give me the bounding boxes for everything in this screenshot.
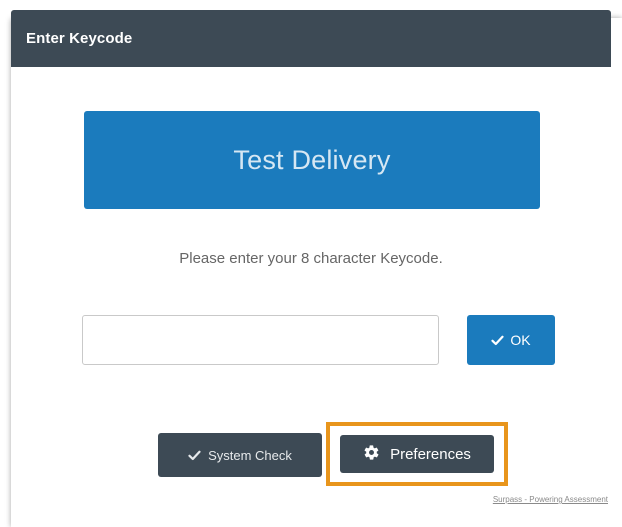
test-delivery-banner: Test Delivery bbox=[84, 111, 540, 209]
footer-link[interactable]: Surpass - Powering Assessment bbox=[493, 495, 608, 504]
check-icon bbox=[188, 450, 201, 461]
preferences-label: Preferences bbox=[390, 445, 471, 463]
ok-button[interactable]: OK bbox=[467, 315, 555, 365]
keycode-instructions: Please enter your 8 character Keycode. bbox=[179, 250, 443, 267]
system-check-button[interactable]: System Check bbox=[158, 433, 322, 477]
keycode-input[interactable] bbox=[82, 315, 439, 365]
dialog-body: Test Delivery Please enter your 8 charac… bbox=[11, 67, 611, 509]
gear-icon bbox=[363, 444, 380, 465]
system-check-label: System Check bbox=[208, 447, 292, 463]
check-icon bbox=[491, 335, 504, 346]
preferences-button[interactable]: Preferences bbox=[340, 435, 494, 473]
banner-text: Test Delivery bbox=[233, 144, 391, 175]
ok-button-label: OK bbox=[510, 332, 531, 348]
preferences-highlight: Preferences bbox=[326, 422, 508, 486]
dialog-title: Enter Keycode bbox=[26, 30, 133, 47]
dialog-header: Enter Keycode bbox=[11, 10, 611, 67]
